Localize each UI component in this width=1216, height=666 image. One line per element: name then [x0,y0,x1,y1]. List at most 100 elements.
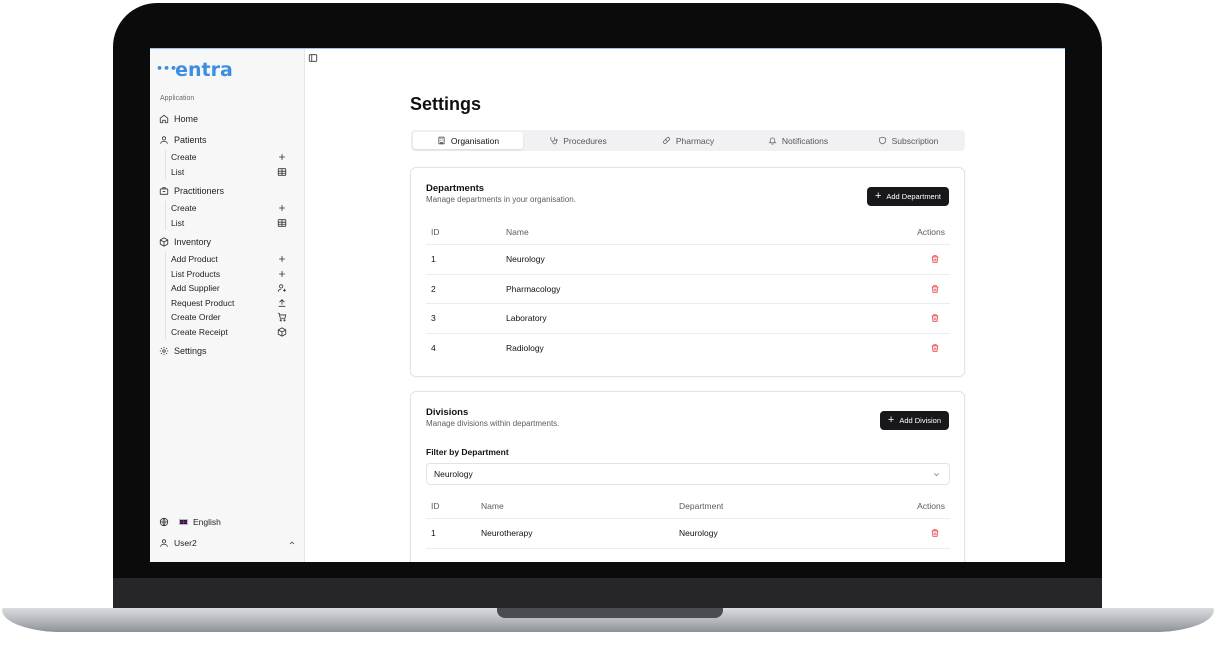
table-row: 2 Pharmacology [426,275,950,304]
laptop-chin [113,578,1102,610]
subitem-label: Request Product [171,297,235,308]
sidebar-subitem-practitioners-create[interactable]: Create [166,201,287,216]
app-screen: •••entra Application Home Patients Creat… [150,48,1065,562]
page-title: Settings [410,94,482,114]
sidebar-subitem-request-product[interactable]: Request Product [166,296,287,311]
sidebar-subitem-patients-create[interactable]: Create [166,150,287,165]
tab-notifications[interactable]: Notifications [743,132,853,149]
cell-id: 1 [431,528,436,539]
sidebar-item-practitioners[interactable]: Practitioners [159,184,224,198]
sidebar-item-label: Home [174,114,199,124]
cart-icon [277,312,287,322]
column-header-actions: Actions [917,227,945,237]
sidebar-subitem-list-products[interactable]: List Products [166,267,287,282]
sidebar-subitem-patients-list[interactable]: List [166,165,287,180]
select-value: Neurology [434,469,473,479]
briefcase-icon [159,187,169,195]
practitioners-submenu: Create List [165,201,287,230]
plus-icon [279,205,285,211]
language-label: English [193,517,221,527]
chevron-down-icon [933,473,940,477]
subitem-label: Create Order [171,312,221,323]
user-menu[interactable]: User2 [159,536,296,550]
cell-id: 2 [431,283,436,294]
trash-icon[interactable] [930,528,940,538]
sidebar-subitem-create-order[interactable]: Create Order [166,310,287,325]
trash-icon[interactable] [930,254,940,264]
uk-flag-icon [179,519,188,525]
table-icon [277,167,287,176]
tab-label: Organisation [450,135,500,146]
tab-procedures[interactable]: Procedures [523,132,633,149]
tab-pharmacy[interactable]: Pharmacy [633,132,743,149]
sidebar-item-inventory[interactable]: Inventory [159,235,211,249]
patients-submenu: Create List [165,150,287,179]
tab-label: Subscription [891,135,939,146]
plus-icon [279,256,285,262]
sidebar-subitem-create-receipt[interactable]: Create Receipt [166,325,287,340]
table-row: 1 Neurotherapy Neurology [426,519,950,549]
globe-icon [159,517,169,527]
tab-organisation[interactable]: Organisation [413,132,523,149]
gear-icon [159,346,169,356]
divisions-description: Manage divisions within departments. [426,419,560,428]
column-header-id: ID [431,501,440,511]
sidebar-toggle-icon[interactable] [308,53,318,63]
app-logo[interactable]: •••entra [156,59,233,81]
column-header-name: Name [506,227,529,237]
sidebar-item-settings[interactable]: Settings [159,344,207,358]
laptop-notch [497,608,723,618]
subitem-label: Add Product [171,254,218,265]
button-label: Add Department [886,192,941,201]
subitem-label: Create [171,203,197,214]
sidebar-item-label: Practitioners [174,186,225,196]
subitem-label: Create [171,152,197,163]
subitem-label: Create Receipt [171,326,228,337]
tab-label: Pharmacy [675,135,715,146]
user-plus-icon [277,284,286,292]
divisions-table: ID Name Department Actions 1 Neurotherap… [426,494,950,549]
sidebar-item-label: Settings [174,346,207,356]
language-selector[interactable]: English [159,515,221,529]
plus-icon: + [874,190,882,202]
button-label: Add Division [899,416,941,425]
sidebar-item-home[interactable]: Home [159,112,198,126]
subitem-label: List [171,217,185,228]
upload-icon [278,298,286,307]
sidebar-subitem-practitioners-list[interactable]: List [166,216,287,231]
trash-icon[interactable] [930,313,940,323]
cell-name: Radiology [506,343,544,354]
sidebar-item-patients[interactable]: Patients [159,133,207,147]
add-division-button[interactable]: + Add Division [879,411,949,430]
column-header-name: Name [481,501,504,511]
table-row: 3 Laboratory [426,304,950,334]
cell-department: Neurology [679,528,718,539]
plus-icon: + [887,414,895,426]
sidebar-subitem-add-supplier[interactable]: Add Supplier [166,281,287,296]
trash-icon[interactable] [930,284,940,294]
departments-table: ID Name Actions 1 Neurology 2 Pharmacolo… [426,220,950,363]
cell-name: Neurotherapy [481,528,533,539]
settings-tabs: Organisation Procedures Pharmacy Notific… [411,130,965,151]
column-header-actions: Actions [917,501,945,511]
table-header: ID Name Department Actions [426,494,950,519]
sidebar-section-label: Application [160,95,195,102]
tab-label: Notifications [781,135,829,146]
shield-icon [878,136,886,145]
department-filter-select[interactable]: Neurology [426,463,950,485]
logo-mark: ••• [156,62,178,75]
bell-icon [768,137,777,145]
tab-subscription[interactable]: Subscription [853,132,963,149]
plus-icon [279,270,285,277]
column-header-department: Department [679,501,724,511]
sidebar-subitem-add-product[interactable]: Add Product [166,252,287,267]
cell-id: 4 [431,343,436,354]
table-row: 4 Radiology [426,334,950,364]
trash-icon[interactable] [930,343,940,353]
departments-description: Manage departments in your organisation. [426,195,576,204]
filter-label: Filter by Department [426,447,509,457]
add-department-button[interactable]: + Add Department [866,187,949,206]
cell-name: Laboratory [506,313,547,324]
plus-icon [279,154,285,160]
table-header: ID Name Actions [426,220,950,245]
